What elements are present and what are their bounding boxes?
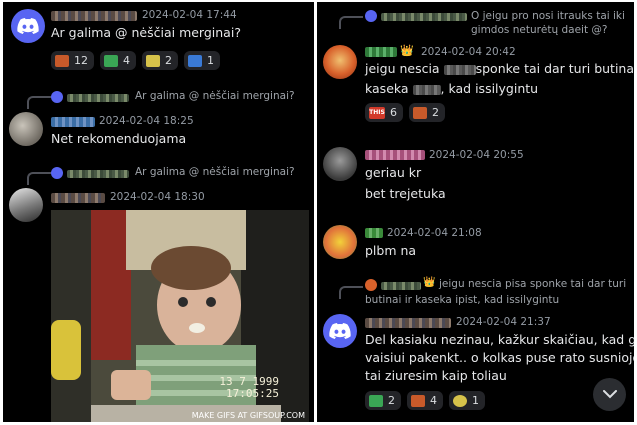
reaction-chip[interactable]: 2 (142, 51, 178, 70)
reply-avatar (51, 167, 63, 179)
custom-emoji-icon (411, 394, 425, 407)
gif-caption: MAKE GIFS AT GIFSOUP.COM (191, 411, 305, 420)
user-avatar[interactable] (9, 188, 43, 222)
reaction-bar: 2 4 1 (365, 391, 485, 410)
timestamp: 2024-02-04 18:25 (99, 115, 194, 127)
timestamp: 2024-02-04 21:08 (387, 227, 482, 239)
reply-preview[interactable]: O jeigu pro nosi itrauks tai iki gimdos … (471, 9, 631, 37)
username[interactable] (365, 318, 451, 328)
message-7: 👑 jeigu nescia pisa sponke tai dar turi … (317, 274, 634, 422)
custom-emoji-icon (104, 54, 118, 67)
custom-emoji-icon (188, 54, 202, 67)
user-avatar[interactable] (323, 147, 357, 181)
username[interactable] (365, 150, 425, 160)
reaction-chip[interactable]: 12 (51, 51, 94, 70)
message-2: Ar galima @ nėščiai merginai? 2024-02-04… (3, 86, 314, 156)
message-text: Net rekomenduojama (51, 131, 187, 146)
message-5: 2024-02-04 20:55 geriau kr bet trejetuka (317, 142, 634, 212)
reply-connector (339, 16, 363, 29)
gif-attachment[interactable]: 13 7 1999 17:05:25 MAKE GIFS AT GIFSOUP.… (51, 210, 309, 422)
message-text: bet trejetuka (365, 186, 446, 201)
reaction-chip[interactable]: 2 (365, 391, 401, 410)
reply-username[interactable] (67, 94, 129, 102)
chevron-down-icon (602, 390, 617, 399)
message-1: 2024-02-04 17:44 Ar galima @ nėščiai mer… (3, 2, 314, 82)
user-avatar[interactable] (323, 45, 357, 79)
username[interactable] (365, 228, 383, 238)
message-text: Del kasiaku nezinau, kažkur skaičiau, ka… (365, 332, 634, 347)
reply-username[interactable] (381, 282, 421, 290)
message-text: kaseka , kad issilygintu (365, 81, 539, 96)
username[interactable] (51, 193, 105, 203)
reply-connector (27, 96, 51, 109)
reaction-bar: 12 4 2 1 (51, 51, 220, 70)
reply-avatar (365, 279, 377, 291)
username[interactable] (365, 47, 397, 57)
discord-avatar[interactable] (11, 9, 45, 43)
user-avatar[interactable] (323, 225, 357, 259)
discord-logo-icon (329, 323, 351, 339)
message-4: O jeigu pro nosi itrauks tai iki gimdos … (317, 2, 634, 132)
custom-emoji-icon (146, 54, 160, 67)
reaction-chip[interactable]: THIS 6 (365, 103, 403, 122)
message-text: vaisiui pakenkt.. o kolkas puse rato sus… (365, 350, 634, 365)
timestamp: 2024-02-04 21:37 (456, 316, 551, 328)
left-chat-panel: 2024-02-04 17:44 Ar galima @ nėščiai mer… (3, 2, 314, 422)
message-text: tai ziuresim kaip toliau (365, 368, 507, 383)
reply-preview[interactable]: butinai ir kaseka ipist, kad issilygintu (365, 294, 559, 306)
reaction-chip[interactable]: 4 (100, 51, 136, 70)
custom-emoji-icon (413, 106, 427, 119)
custom-emoji-icon (453, 394, 467, 407)
discord-logo-icon (17, 18, 39, 34)
message-text: geriau kr (365, 165, 422, 180)
crown-icon: 👑 (423, 277, 436, 288)
custom-emoji-icon (55, 54, 69, 67)
message-text: Ar galima @ nėščiai merginai? (51, 25, 241, 40)
reply-preview[interactable]: Ar galima @ nėščiai merginai? (135, 90, 295, 102)
reaction-chip[interactable]: 4 (407, 391, 443, 410)
custom-emoji-icon (369, 394, 383, 407)
right-chat-panel: O jeigu pro nosi itrauks tai iki gimdos … (317, 2, 634, 422)
reply-username[interactable] (381, 13, 467, 21)
reply-connector (339, 286, 363, 299)
this-emoji-icon: THIS (369, 106, 385, 119)
gif-date-stamp: 13 7 1999 17:05:25 (219, 375, 279, 400)
redacted-word (412, 84, 441, 95)
reaction-chip[interactable]: 2 (409, 103, 445, 122)
redacted-word (443, 64, 476, 75)
reaction-bar: THIS 6 2 (365, 103, 445, 122)
timestamp: 2024-02-04 20:55 (429, 149, 524, 161)
reaction-chip[interactable]: 1 (184, 51, 220, 70)
reply-preview[interactable]: jeigu nescia pisa sponke tai dar turi (439, 278, 626, 290)
message-text: plbm na (365, 243, 417, 258)
timestamp: 2024-02-04 18:30 (110, 191, 205, 203)
reply-avatar (365, 10, 377, 22)
user-avatar[interactable] (9, 112, 43, 146)
crown-icon: 👑 (400, 44, 414, 57)
timestamp: 2024-02-04 17:44 (142, 9, 237, 21)
reaction-chip[interactable]: 1 (449, 391, 485, 410)
message-text: jeigu nescia sponke tai dar turi butinai… (365, 61, 634, 76)
scroll-to-bottom-button[interactable] (593, 378, 626, 411)
username[interactable] (51, 11, 137, 21)
discord-avatar[interactable] (323, 314, 357, 348)
reply-username[interactable] (67, 170, 129, 178)
timestamp: 2024-02-04 20:42 (421, 46, 516, 58)
reply-avatar (51, 91, 63, 103)
message-6: 2024-02-04 21:08 plbm na (317, 220, 634, 272)
reply-preview[interactable]: Ar galima @ nėščiai merginai? (135, 166, 295, 178)
reply-connector (27, 172, 51, 185)
username[interactable] (51, 117, 95, 127)
